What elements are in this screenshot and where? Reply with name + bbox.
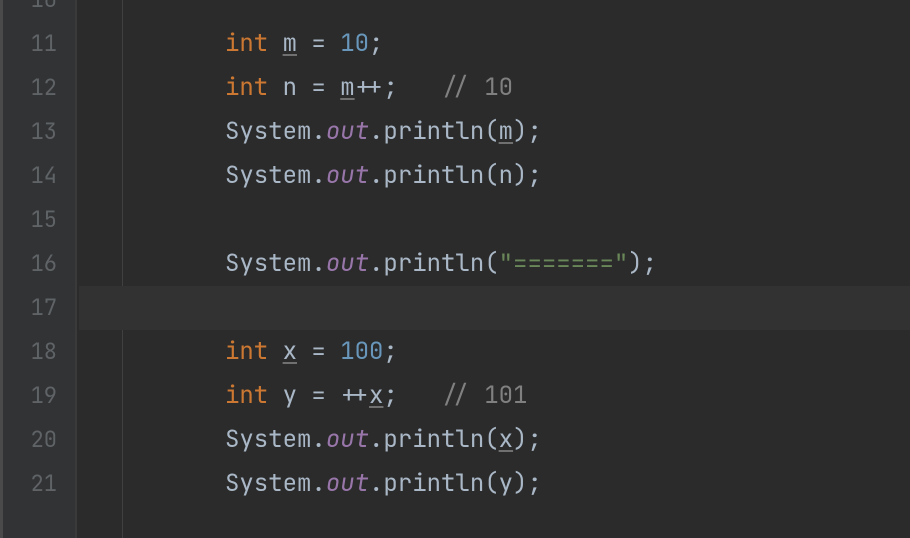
line-number: 22 [15,506,57,518]
string-literal: "=======" [499,242,629,286]
class-ref: System [225,154,311,198]
class-ref: System [225,242,311,286]
operator: = [297,330,340,374]
keyword: int [225,22,268,66]
keyword: int [225,66,268,110]
variable: x [283,330,297,374]
code-line[interactable]: int n = m++; // 10 [79,66,910,110]
comment: // 10 [441,66,513,110]
number-literal: 100 [340,330,383,374]
variable: n [283,66,297,110]
paren-open: ( [484,110,498,154]
paren-open: ( [484,462,498,506]
semicolon: ; [527,154,541,198]
code-line[interactable] [79,0,910,22]
line-number: 20 [15,418,57,462]
semicolon: ; [369,22,383,66]
field-ref: out [326,462,369,506]
dot: . [369,462,383,506]
code-line[interactable]: int x = 100; [79,330,910,374]
code-line[interactable]: System.out.println(n); [79,154,910,198]
variable: m [499,110,513,154]
code-line[interactable]: int m = 10; [79,22,910,66]
code-line[interactable] [79,506,910,518]
line-number-gutter: 10 11 12 13 14 15 16 17 18 19 20 21 22 [3,0,75,538]
operator: = [297,22,340,66]
class-ref: System [225,462,311,506]
method-call: println [383,462,484,506]
paren-close: ) [628,242,642,286]
line-number: 12 [15,66,57,110]
line-number: 21 [15,462,57,506]
operator: ++ [355,66,384,110]
line-number: 19 [15,374,57,418]
operator: = [297,374,340,418]
code-line[interactable]: System.out.println(m); [79,110,910,154]
dot: . [369,110,383,154]
dot: . [311,462,325,506]
code-editor[interactable]: 10 11 12 13 14 15 16 17 18 19 20 21 22 i… [0,0,910,538]
semicolon: ; [643,242,657,286]
method-call: println [383,110,484,154]
line-number: 16 [15,242,57,286]
line-number: 18 [15,330,57,374]
line-number: 17 [15,286,57,330]
class-ref: System [225,110,311,154]
dot: . [311,154,325,198]
code-area[interactable]: int m = 10; int n = m++; // 10 System.ou… [77,0,910,538]
method-call: println [383,418,484,462]
paren-close: ) [513,110,527,154]
paren-open: ( [484,154,498,198]
dot: . [369,242,383,286]
variable: x [499,418,513,462]
variable: y [283,374,297,418]
semicolon: ; [383,374,397,418]
dot: . [369,418,383,462]
semicolon: ; [527,418,541,462]
operator: ++ [340,374,369,418]
field-ref: out [326,418,369,462]
field-ref: out [326,242,369,286]
field-ref: out [326,110,369,154]
code-line[interactable]: System.out.println("======="); [79,242,910,286]
keyword: int [225,330,268,374]
method-call: println [383,154,484,198]
line-number: 11 [15,22,57,66]
semicolon: ; [527,462,541,506]
paren-close: ) [513,154,527,198]
variable: m [340,66,354,110]
variable: n [499,154,513,198]
keyword: int [225,374,268,418]
semicolon: ; [527,110,541,154]
line-number: 13 [15,110,57,154]
variable: y [499,462,513,506]
comment: // 101 [441,374,527,418]
dot: . [369,154,383,198]
paren-close: ) [513,418,527,462]
dot: . [311,242,325,286]
paren-close: ) [513,462,527,506]
class-ref: System [225,418,311,462]
paren-open: ( [484,418,498,462]
code-line[interactable]: int y = ++x; // 101 [79,374,910,418]
code-line[interactable]: System.out.println(x); [79,418,910,462]
code-line-current[interactable] [79,286,910,330]
code-line[interactable]: System.out.println(y); [79,462,910,506]
dot: . [311,110,325,154]
line-number: 15 [15,198,57,242]
line-number: 14 [15,154,57,198]
line-number: 10 [15,0,57,22]
method-call: println [383,242,484,286]
operator: = [297,66,340,110]
semicolon: ; [383,330,397,374]
dot: . [311,418,325,462]
code-line[interactable] [79,198,910,242]
number-literal: 10 [340,22,369,66]
field-ref: out [326,154,369,198]
variable: m [283,22,297,66]
semicolon: ; [383,66,397,110]
paren-open: ( [484,242,498,286]
variable: x [369,374,383,418]
